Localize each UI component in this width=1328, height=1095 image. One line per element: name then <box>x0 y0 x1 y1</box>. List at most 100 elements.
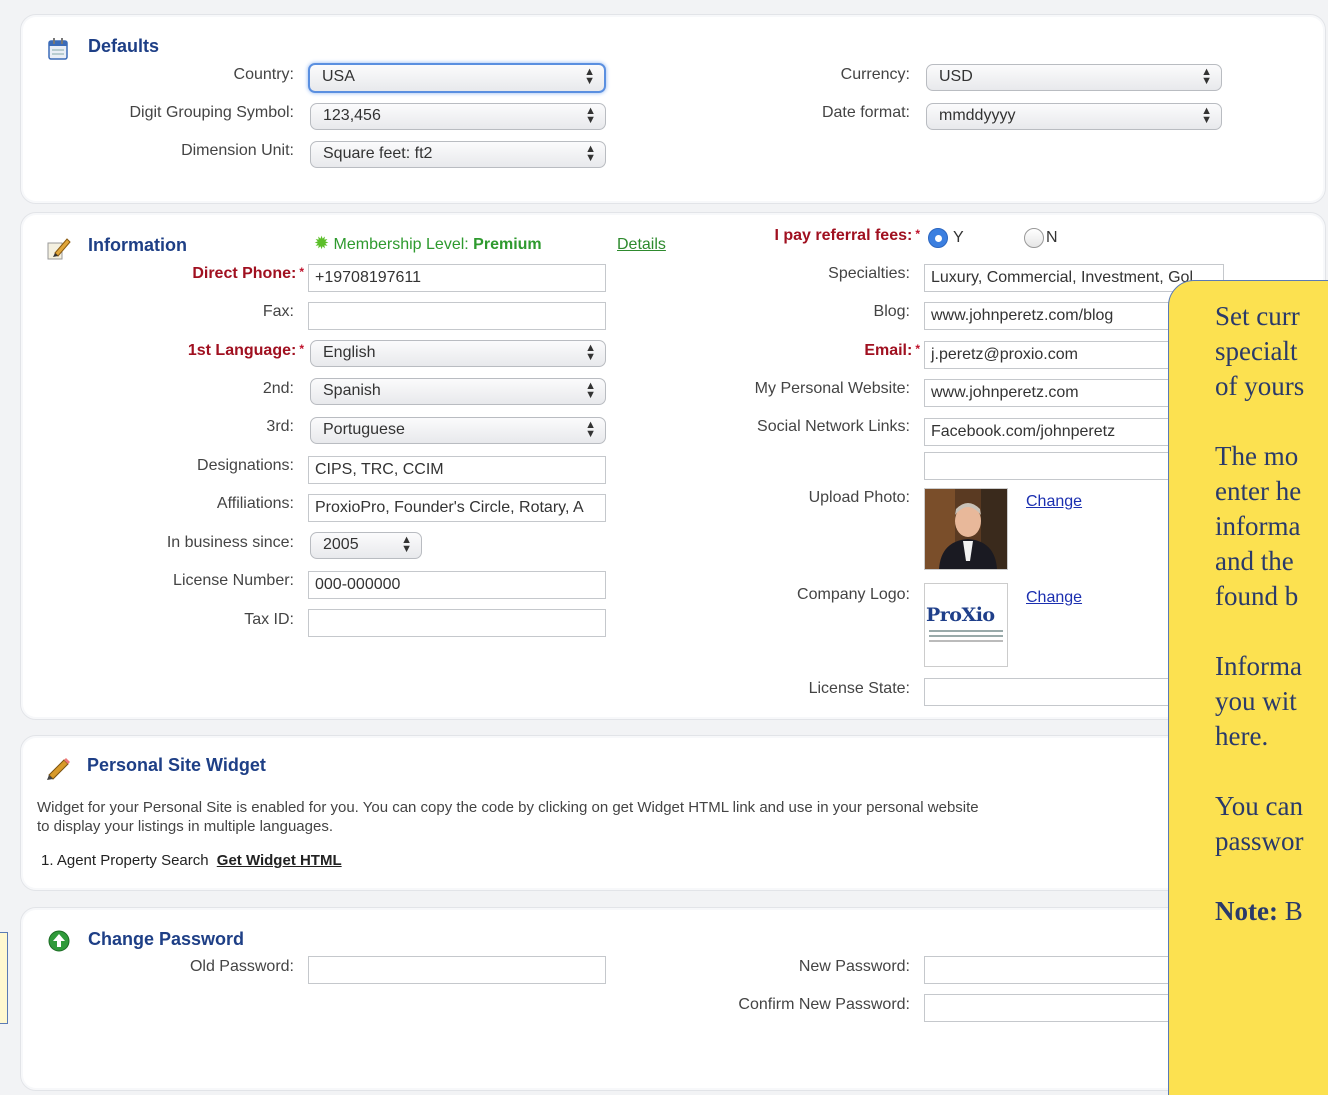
currency-select[interactable]: USD ▲ ▼ <box>926 64 1222 91</box>
direct-phone-input[interactable]: +19708197611 <box>308 264 606 292</box>
email-text: Email: <box>864 342 913 359</box>
note-bold: Note: <box>1215 896 1278 926</box>
note-paragraph-5: Note: B <box>1215 894 1328 929</box>
referral-yes-label: Y <box>953 229 964 246</box>
note-line: and the <box>1215 546 1294 576</box>
photo-change-link[interactable]: Change <box>1026 493 1082 511</box>
social-links-label: Social Network Links: <box>757 418 910 435</box>
select-arrows-icon: ▲ ▼ <box>584 66 595 87</box>
designations-input[interactable]: CIPS, TRC, CCIM <box>308 456 606 484</box>
fax-input[interactable] <box>308 302 606 330</box>
password-title: Change Password <box>88 929 245 949</box>
second-language-label: 2nd: <box>262 380 294 397</box>
membership-level: ✹ Membership Level: Premium <box>314 233 542 254</box>
business-since-value: 2005 <box>323 536 359 553</box>
dimension-unit-select[interactable]: Square feet: ft2 ▲ ▼ <box>310 141 606 168</box>
select-arrows-icon: ▲ ▼ <box>585 342 596 363</box>
widget-description: Widget for your Personal Site is enabled… <box>37 798 979 836</box>
get-widget-html-link[interactable]: Get Widget HTML <box>217 852 342 869</box>
email-label: Email: * <box>864 342 920 360</box>
country-label: Country: <box>233 66 294 83</box>
license-number-input[interactable]: 000-000000 <box>308 571 606 599</box>
direct-phone-text: Direct Phone: <box>192 265 297 282</box>
first-language-select[interactable]: English ▲ ▼ <box>310 340 606 367</box>
defaults-title: Defaults <box>88 36 160 56</box>
note-line: The mo <box>1215 441 1299 471</box>
country-select[interactable]: USA ▲ ▼ <box>308 63 606 93</box>
digit-grouping-value: 123,456 <box>323 107 381 124</box>
company-logo-text: ProXio <box>926 604 995 626</box>
third-language-select[interactable]: Portuguese ▲ ▼ <box>310 417 606 444</box>
confirm-password-label: Confirm New Password: <box>738 996 910 1013</box>
edit-pencil-icon <box>44 234 72 262</box>
first-language-text: 1st Language: <box>187 342 297 359</box>
note-line: specialt <box>1215 336 1298 366</box>
affiliations-input[interactable]: ProxioPro, Founder's Circle, Rotary, A <box>308 494 606 522</box>
profile-photo <box>924 488 1008 570</box>
currency-value: USD <box>939 68 973 85</box>
specialties-label: Specialties: <box>828 265 910 282</box>
required-star: * <box>299 342 304 356</box>
referral-fees-label: I pay referral fees: * <box>774 227 920 245</box>
required-star: * <box>915 342 920 356</box>
star-badge-icon: ✹ <box>314 233 330 253</box>
select-arrows-icon: ▲ ▼ <box>585 105 596 126</box>
new-password-label: New Password: <box>798 958 910 975</box>
second-language-select[interactable]: Spanish ▲ ▼ <box>310 378 606 405</box>
widget-description-line1: Widget for your Personal Site is enabled… <box>37 799 979 816</box>
digit-grouping-select[interactable]: 123,456 ▲ ▼ <box>310 103 606 130</box>
personal-website-label: My Personal Website: <box>754 380 910 397</box>
logo-tagline-lines <box>929 630 1003 632</box>
membership-label: Membership Level: <box>333 236 469 253</box>
note-line: enter he <box>1215 476 1302 506</box>
arrow-up-circle-icon <box>47 929 71 953</box>
note-line: you wit <box>1215 686 1297 716</box>
information-title: Information <box>88 235 187 255</box>
old-password-input[interactable] <box>308 956 606 984</box>
required-star: * <box>915 227 920 241</box>
tax-id-input[interactable] <box>308 609 606 637</box>
widget-title: Personal Site Widget <box>87 755 266 775</box>
details-link[interactable]: Details <box>617 236 666 254</box>
digit-grouping-label: Digit Grouping Symbol: <box>129 104 294 121</box>
note-paragraph-4: You can passwor <box>1215 789 1328 859</box>
third-language-label: 3rd: <box>266 418 294 435</box>
note-paragraph-3: Informa you wit here. <box>1215 649 1328 754</box>
company-logo-label: Company Logo: <box>797 586 910 603</box>
referral-no-radio[interactable] <box>1024 228 1044 248</box>
company-logo-image: ProXio <box>924 583 1008 667</box>
business-since-label: In business since: <box>166 534 294 551</box>
dimension-unit-label: Dimension Unit: <box>181 142 294 159</box>
designations-label: Designations: <box>197 457 294 474</box>
note-line: of yours <box>1215 371 1305 401</box>
calendar-icon <box>46 36 70 62</box>
widget-item: 1. Agent Property Search Get Widget HTML <box>41 852 342 869</box>
date-format-select[interactable]: mmddyyyy ▲ ▼ <box>926 103 1222 130</box>
license-state-label: License State: <box>808 680 910 697</box>
first-language-label: 1st Language: * <box>188 342 304 360</box>
tax-id-label: Tax ID: <box>244 611 294 628</box>
referral-yes-radio[interactable] <box>928 228 948 248</box>
help-note: Set curr specialt of yours The mo enter … <box>1168 280 1328 1095</box>
left-edge-tab <box>0 932 8 1024</box>
note-line: B <box>1277 896 1303 926</box>
third-language-value: Portuguese <box>323 421 405 438</box>
direct-phone-label: Direct Phone: * <box>192 265 304 283</box>
logo-change-link[interactable]: Change <box>1026 589 1082 607</box>
select-arrows-icon: ▲ ▼ <box>585 143 596 164</box>
note-line: found b <box>1215 581 1299 611</box>
dimension-unit-value: Square feet: ft2 <box>323 145 433 162</box>
currency-label: Currency: <box>840 66 910 83</box>
note-line: Set curr <box>1215 301 1300 331</box>
referral-no-label: N <box>1046 229 1058 246</box>
required-star: * <box>299 265 304 279</box>
business-since-select[interactable]: 2005 ▲ ▼ <box>310 532 422 559</box>
referral-fees-text: I pay referral fees: <box>774 227 913 244</box>
note-line: here. <box>1215 721 1269 751</box>
note-paragraph-1: Set curr specialt of yours <box>1215 299 1328 404</box>
blog-label: Blog: <box>873 303 910 320</box>
select-arrows-icon: ▲ ▼ <box>585 380 596 401</box>
country-value: USA <box>322 68 355 85</box>
widget-item-label: 1. Agent Property Search <box>41 852 209 869</box>
widget-description-line2: to display your listings in multiple lan… <box>37 818 333 835</box>
